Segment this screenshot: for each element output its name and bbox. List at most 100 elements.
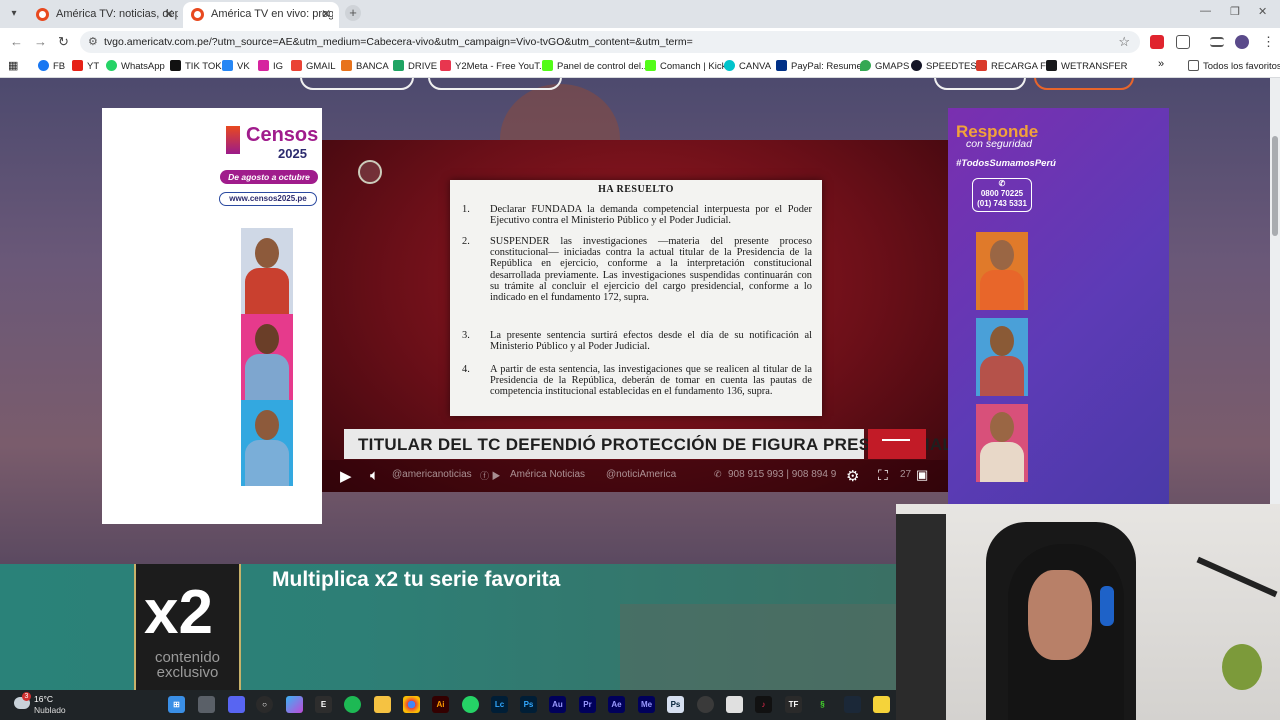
x2-tag: contenido exclusivo [154,649,221,681]
ad-person-photo [241,314,293,400]
tf-icon[interactable]: TF [785,696,802,713]
document-item: 1. Declarar FUNDADA la demanda competenc… [462,204,812,227]
person-head [255,238,279,268]
censos-brand: Censos [246,124,319,146]
settings-gear-icon[interactable]: ⚙ [846,467,859,485]
bookmark-tiktok[interactable]: TIK TOK [170,60,222,72]
bookmark-panel-control[interactable]: Panel de control del... [542,60,649,72]
razer-icon[interactable]: § [814,696,831,713]
weather-temp[interactable]: 16°C [34,694,53,704]
mic-arm [1196,556,1278,598]
censos-ad[interactable]: Censos 2025 De agosto a octubre www.cens… [102,108,322,524]
premiere-icon[interactable]: Pr [579,696,596,713]
tab-title: América TV en vivo: programac [211,8,333,20]
media-control-icon[interactable] [1210,37,1224,47]
header-button[interactable] [934,78,1026,90]
bookmark-y2meta[interactable]: Y2Meta - Free YouT... [440,60,547,72]
audition-icon[interactable]: Au [549,696,566,713]
scrollbar-thumb[interactable] [1272,136,1278,236]
bookmark-canva[interactable]: CANVA [724,60,771,72]
screen-tool-icon[interactable] [726,696,743,713]
lightroom-icon[interactable]: Lc [491,696,508,713]
banner-headline[interactable]: Multiplica x2 tu serie favorita [272,568,560,592]
bookmark-yt[interactable]: YT [72,60,99,72]
steam-icon[interactable] [844,696,861,713]
weather-desc[interactable]: Nublado [34,705,66,715]
bookmark-gmaps[interactable]: GMAPS [860,60,909,72]
bookmark-speedtest[interactable]: SPEEDTEST [911,60,983,72]
epic-games-icon[interactable]: E [315,696,332,713]
close-tab-icon[interactable]: ✕ [321,7,331,21]
forward-icon[interactable]: → [34,34,47,49]
whatsapp-icon[interactable] [462,696,479,713]
task-view-icon[interactable] [198,696,215,713]
fullscreen-icon[interactable]: ⛶ [878,467,888,484]
bookmark-fb[interactable]: FB [38,60,65,72]
apps-grid-icon[interactable]: ▦ [8,59,18,72]
more-bookmarks-button[interactable]: » [1158,58,1164,70]
tab-americatv-noticias[interactable]: América TV: noticias, deportes ✕ [28,2,182,28]
illustrator-icon[interactable]: Ai [432,696,449,713]
censos-url[interactable]: www.censos2025.pe [219,192,317,206]
header-button[interactable] [428,78,562,90]
play-icon[interactable]: ▶ [340,467,352,485]
url-text[interactable]: tvgo.americatv.com.pe/?utm_source=AE&utm… [104,36,693,48]
bookmark-whatsapp[interactable]: WhatsApp [106,60,165,72]
file-explorer-icon[interactable] [374,696,391,713]
sticky-notes-icon[interactable] [873,696,890,713]
document-item: 2. SUSPENDER las investigaciones —materi… [462,236,812,304]
censos-year: 2025 [278,146,307,161]
chrome-menu-icon[interactable]: ⋮ [1262,34,1275,50]
restore-icon[interactable]: ❐ [1230,5,1240,18]
person-head [990,240,1014,270]
bookmark-gmail[interactable]: GMAIL [291,60,336,72]
close-window-icon[interactable]: ✕ [1258,5,1267,18]
kick-icon [542,60,553,71]
minimize-icon[interactable]: — [1200,5,1211,17]
media-encoder-icon[interactable]: Me [638,696,655,713]
bookmark-star-icon[interactable]: ☆ [1118,34,1130,50]
bookmark-recarga-ff[interactable]: RECARGA FF [976,60,1052,72]
tab-search-icon[interactable]: ▾ [6,6,22,22]
time-remaining: 27 [900,469,912,480]
bookmark-drive[interactable]: DRIVE [393,60,437,72]
tab-americatv-en-vivo[interactable]: América TV en vivo: programac ✕ [183,2,339,28]
site-info-icon[interactable]: ⚙ [88,35,98,48]
after-effects-icon[interactable]: Ae [608,696,625,713]
back-icon[interactable]: ← [10,34,23,49]
volume-icon[interactable]: 🔈︎ [370,467,379,484]
capcut-icon[interactable] [697,696,714,713]
bookmark-ig[interactable]: IG [258,60,283,72]
address-bar[interactable]: ⚙ tvgo.americatv.com.pe/?utm_source=AE&u… [80,31,1140,53]
tiktok-icon[interactable]: ♪ [755,696,772,713]
all-bookmarks-folder[interactable]: Todos los favoritos [1188,60,1280,72]
bookmark-comanch-kick[interactable]: Comanch | Kick [645,60,726,72]
chrome-icon[interactable] [403,696,420,713]
profile-avatar[interactable] [1235,35,1249,49]
discord-icon[interactable] [228,696,245,713]
video-player[interactable]: HA RESUELTO 1. Declarar FUNDADA la deman… [322,140,948,492]
americatv-favicon-icon [36,8,49,21]
folder-icon [1188,60,1199,71]
bookmark-wetransfer[interactable]: WETRANSFER [1046,60,1128,72]
obs-icon[interactable]: ○ [256,696,273,713]
bookmark-paypal[interactable]: PayPal: Resumen [776,60,867,72]
pip-icon[interactable]: ▣ [916,467,928,483]
header-button[interactable] [1034,78,1134,90]
close-tab-icon[interactable]: ✕ [164,7,174,21]
extension-icon[interactable] [1150,35,1164,49]
header-button[interactable] [300,78,414,90]
start-icon[interactable]: ⊞ [168,696,185,713]
new-tab-button[interactable]: + [345,5,361,21]
copilot-icon[interactable] [286,696,303,713]
bookmark-vk[interactable]: VK [222,60,250,72]
responde-ad[interactable]: Responde con seguridad #TodosSumamosPerú… [948,108,1169,504]
photoshop-icon[interactable]: Ps [520,696,537,713]
photoshop-alt-icon[interactable]: Ps [667,696,684,713]
reload-icon[interactable]: ↻ [58,34,69,50]
spotify-icon[interactable] [344,696,361,713]
streamer-face [1028,570,1092,660]
bookmark-banca[interactable]: BANCA [341,60,389,72]
extensions-puzzle-icon[interactable] [1176,35,1190,49]
ad-person-photo [976,318,1028,396]
